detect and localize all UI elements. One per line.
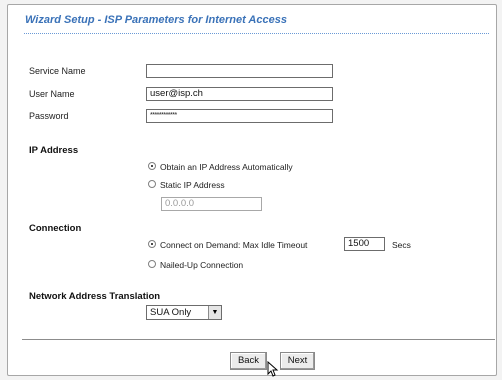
password-label: Password <box>29 111 69 121</box>
service-name-label: Service Name <box>29 66 86 76</box>
static-ip-input[interactable]: 0.0.0.0 <box>161 197 262 211</box>
idle-timeout-unit: Secs <box>392 240 411 250</box>
nat-heading: Network Address Translation <box>29 291 161 302</box>
connection-heading: Connection <box>29 223 82 234</box>
user-name-input[interactable]: user@isp.ch <box>146 87 333 101</box>
obtain-ip-automatically-label: Obtain an IP Address Automatically <box>160 162 293 172</box>
nat-select[interactable]: SUA Only ▼ <box>146 305 222 320</box>
mouse-pointer-icon <box>267 361 279 377</box>
service-name-input[interactable] <box>146 64 333 78</box>
wizard-panel <box>7 4 497 376</box>
chevron-down-icon[interactable]: ▼ <box>208 306 221 319</box>
obtain-ip-automatically-radio[interactable] <box>148 162 156 170</box>
static-ip-radio[interactable] <box>148 180 156 188</box>
static-ip-label: Static IP Address <box>160 180 225 190</box>
user-name-label: User Name <box>29 89 75 99</box>
title-divider <box>24 33 489 34</box>
next-button[interactable]: Next <box>280 352 315 370</box>
back-button[interactable]: Back <box>230 352 267 370</box>
wizard-title: Wizard Setup - ISP Parameters for Intern… <box>25 14 287 26</box>
idle-timeout-input[interactable]: 1500 <box>344 237 385 251</box>
connect-on-demand-label: Connect on Demand: Max Idle Timeout <box>160 240 308 250</box>
footer-divider <box>22 339 495 340</box>
connect-on-demand-radio[interactable] <box>148 240 156 248</box>
nat-select-value: SUA Only <box>150 307 192 318</box>
password-input[interactable]: ************ <box>146 109 333 123</box>
nailed-up-label: Nailed-Up Connection <box>160 260 244 270</box>
nailed-up-radio[interactable] <box>148 260 156 268</box>
ip-address-heading: IP Address <box>29 145 79 156</box>
